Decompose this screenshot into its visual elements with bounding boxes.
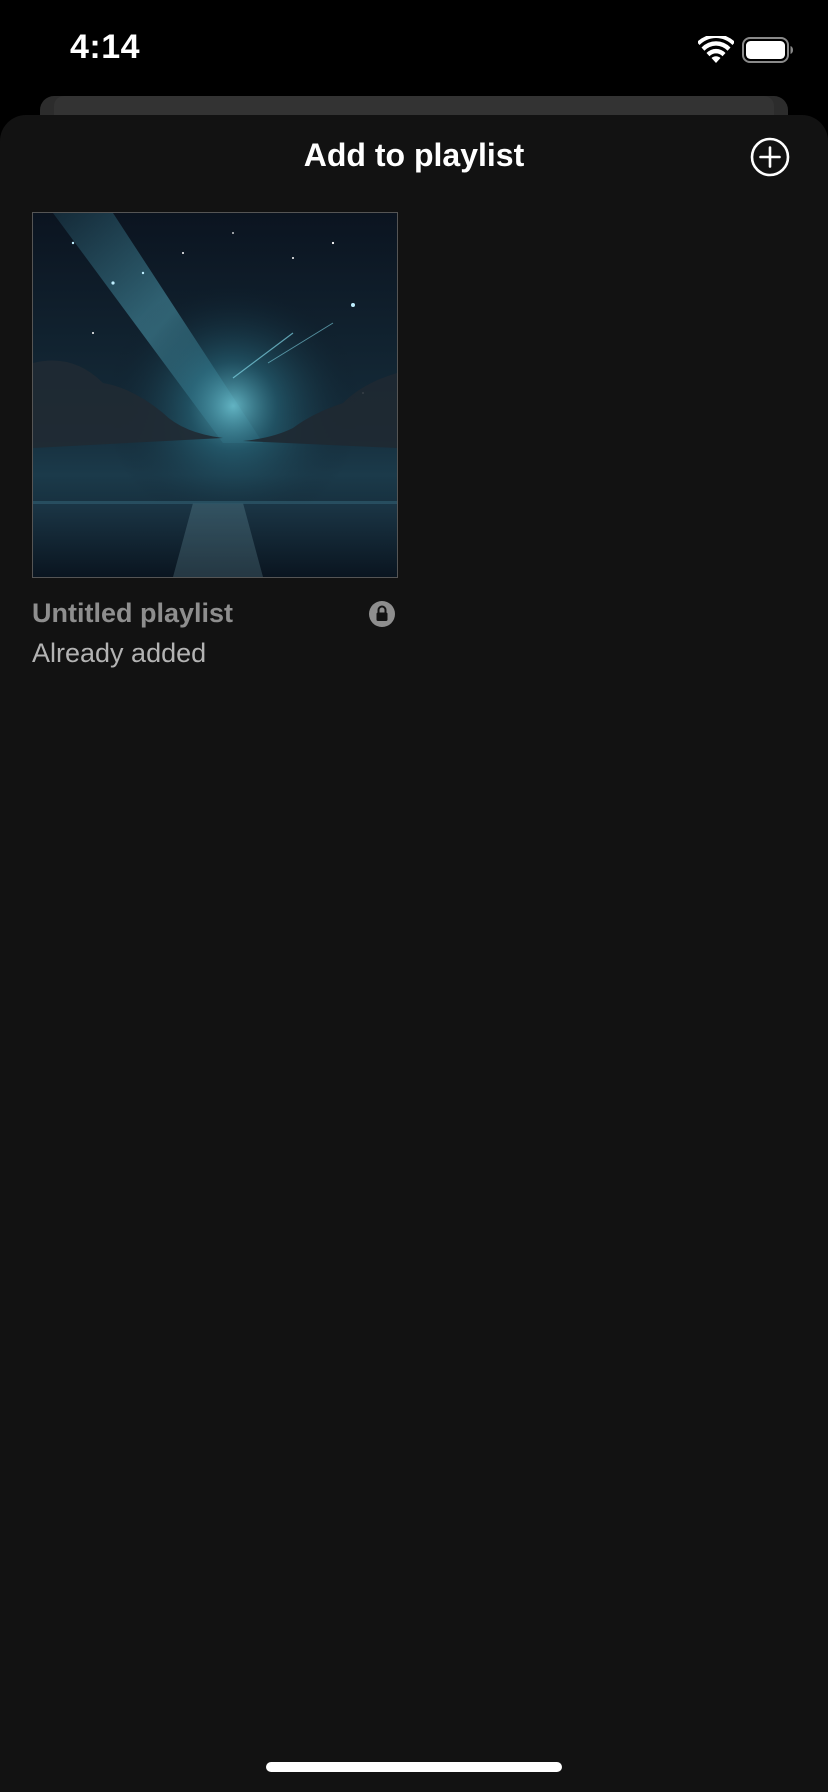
status-bar: 4:14 — [0, 0, 828, 100]
playlist-cover-image — [32, 212, 398, 578]
home-indicator[interactable] — [266, 1762, 562, 1772]
screen: 4:14 Add to playlist Untitled playlist A… — [0, 0, 828, 1792]
playlist-status: Already added — [32, 638, 207, 668]
wifi-icon — [698, 36, 734, 63]
lock-icon — [369, 601, 395, 627]
playlist-name: Untitled playlist — [32, 598, 234, 628]
status-time: 4:14 — [70, 28, 141, 66]
playlist-card[interactable]: Untitled playlist Already added — [32, 212, 398, 678]
playlist-meta: Untitled playlist Already added — [32, 598, 398, 678]
sheet-title: Add to playlist — [303, 137, 525, 173]
add-to-playlist-sheet: Add to playlist Untitled playlist Alread… — [0, 115, 828, 1792]
battery-icon — [742, 37, 793, 63]
plus-circle-icon[interactable] — [750, 137, 790, 177]
